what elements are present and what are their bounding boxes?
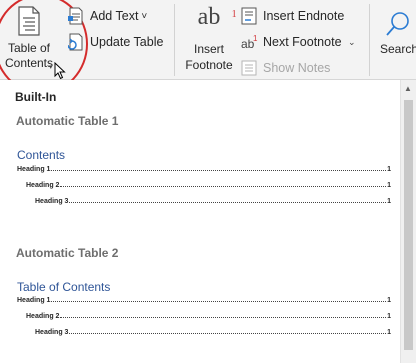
gallery-item-title: Automatic Table 2: [16, 246, 119, 260]
insert-endnote-button[interactable]: Insert Endnote: [241, 6, 344, 26]
update-table-icon: [67, 33, 86, 51]
section-label: Built-In: [15, 90, 57, 104]
search-button[interactable]: Search: [376, 4, 416, 76]
next-footnote-button[interactable]: ab 1 Next Footnote: [241, 32, 342, 52]
footnote-icon: ab 1: [197, 4, 237, 30]
gallery-item-title: Automatic Table 1: [16, 114, 119, 128]
toc-preview-line: Heading 31: [35, 198, 391, 205]
add-text-label: Add Text: [90, 9, 139, 23]
table-of-contents-button[interactable]: Table of Contents ▾: [0, 0, 56, 76]
toc-preview-line: Heading 11: [17, 297, 391, 304]
toc-gallery: Built-In Automatic Table 1 Contents Head…: [0, 80, 400, 363]
update-table-button[interactable]: Update Table: [67, 32, 164, 52]
references-ribbon: Table of Contents ▾ Add Text ˅ Update Ta…: [0, 0, 416, 94]
table-of-contents-icon: [18, 6, 40, 40]
toc-preview-line: Heading 21: [26, 313, 391, 320]
update-table-label: Update Table: [90, 35, 164, 49]
ribbon-group-divider: [369, 4, 370, 76]
toc-label-line1: Table of: [7, 41, 51, 55]
endnote-icon: [241, 7, 259, 25]
toc-preview-line: Heading 11: [17, 166, 391, 173]
next-footnote-label: Next Footnote: [263, 35, 342, 49]
search-icon: [384, 10, 412, 42]
insert-footnote-label-line1: Insert: [193, 42, 224, 56]
insert-footnote-label-line2: Footnote: [185, 58, 233, 72]
toc-preview-line: Heading 31: [35, 329, 391, 336]
toc-preview-heading: Table of Contents: [17, 280, 111, 294]
ribbon-group-divider: [174, 4, 175, 76]
show-notes-label: Show Notes: [263, 61, 331, 75]
scroll-up-arrow-icon[interactable]: ▲: [404, 84, 412, 93]
insert-endnote-label: Insert Endnote: [263, 9, 345, 23]
scrollbar-thumb[interactable]: [404, 100, 413, 350]
chevron-down-icon: ˅: [141, 10, 148, 22]
next-footnote-icon: ab 1: [241, 33, 259, 51]
add-text-button[interactable]: Add Text ˅: [68, 6, 147, 26]
toc-preview-heading: Contents: [17, 148, 66, 162]
insert-footnote-button[interactable]: ab 1 Insert Footnote: [180, 4, 238, 76]
add-text-icon: [68, 7, 86, 25]
search-label: Search: [380, 42, 416, 56]
show-notes-button[interactable]: Show Notes: [241, 58, 330, 78]
vertical-scrollbar[interactable]: ▲: [400, 80, 416, 363]
chevron-down-icon: ▾: [49, 64, 53, 71]
chevron-down-icon[interactable]: ⌄: [348, 37, 356, 48]
svg-text:1: 1: [253, 34, 258, 43]
show-notes-icon: [241, 59, 259, 77]
toc-preview-line: Heading 21: [26, 182, 391, 189]
